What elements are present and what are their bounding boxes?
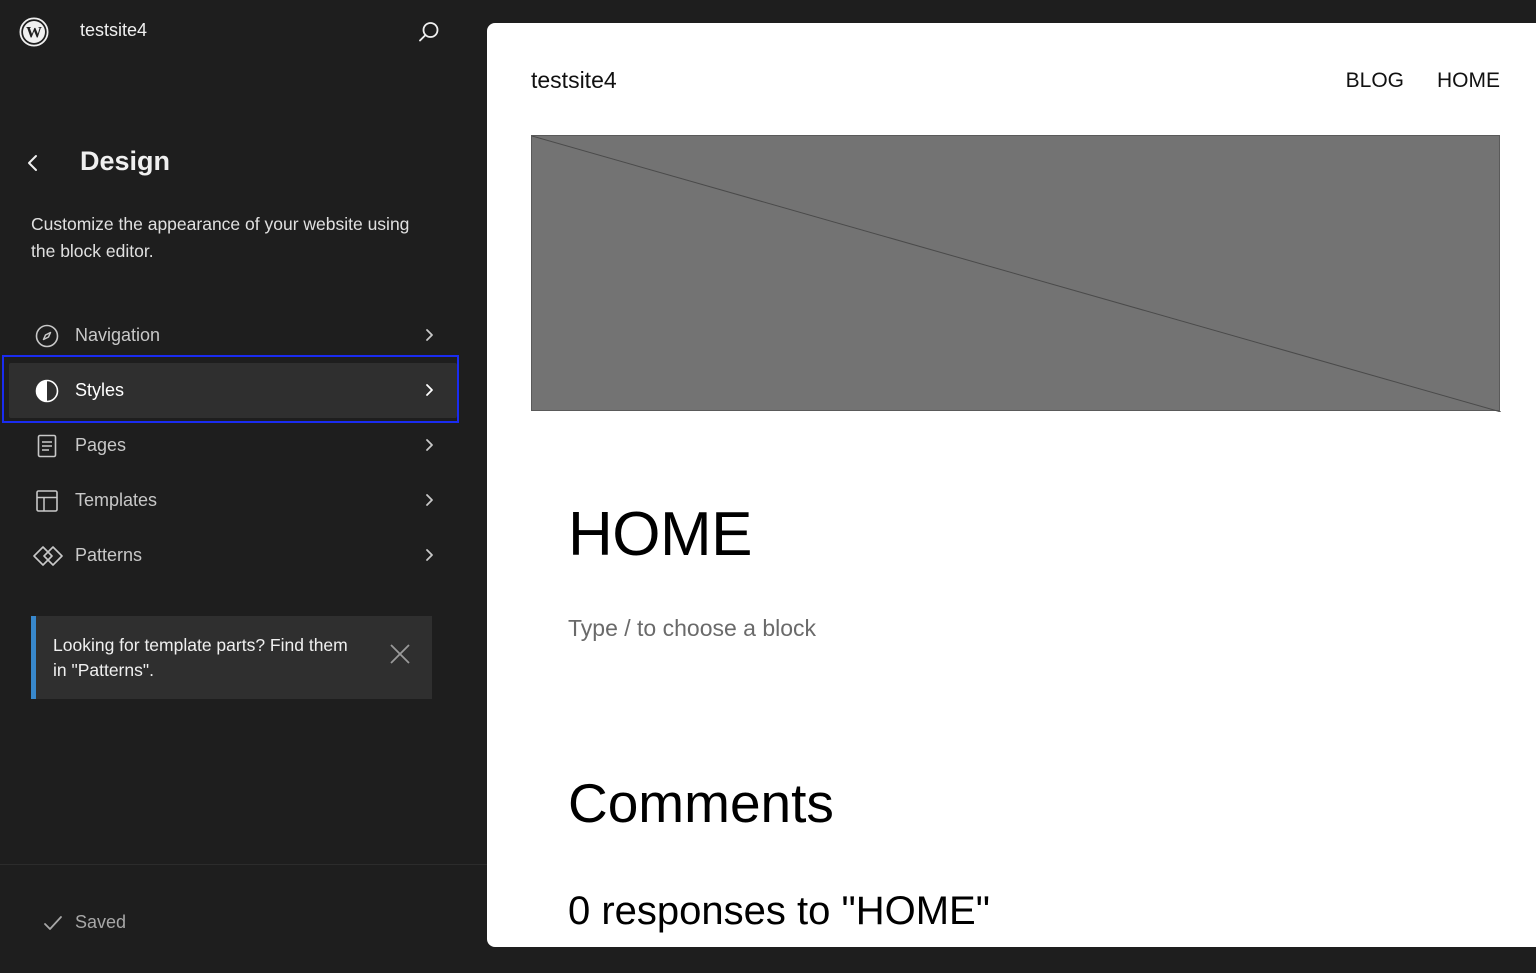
menu-item-styles[interactable]: Styles [9,363,457,418]
menu-item-label: Patterns [75,545,143,565]
responses-count: 0 responses to "HOME" [568,889,990,933]
svg-text:W: W [26,25,42,42]
menu-item-patterns[interactable]: Patterns [9,528,457,583]
menu-item-label: Navigation [75,325,161,345]
nav-link-home[interactable]: HOME [1437,69,1500,93]
sidebar-header: W testsite4 [0,0,487,62]
menu-item-label: Pages [75,435,127,455]
panel-description: Customize the appearance of your website… [31,214,410,261]
search-icon[interactable] [416,19,442,45]
check-icon [42,912,64,934]
menu-item-pages[interactable]: Pages [9,418,457,473]
half-circle-icon [33,377,61,405]
preview-site-title[interactable]: testsite4 [531,67,617,94]
notice-text: Looking for template parts? Find them in… [53,635,348,680]
image-placeholder[interactable] [531,135,1501,412]
placeholder-diagonal [532,136,1501,412]
page-heading[interactable]: HOME [568,499,753,570]
layout-icon [33,487,61,515]
template-parts-notice: Looking for template parts? Find them in… [31,616,432,699]
site-preview[interactable]: testsite4 BLOG HOME HOME Type / to choos… [487,23,1536,947]
comments-heading: Comments [568,772,834,834]
wordpress-logo-icon[interactable]: W [19,17,49,47]
chevron-right-icon [419,435,439,455]
compass-icon [33,322,61,350]
site-name[interactable]: testsite4 [80,20,147,41]
save-status-label: Saved [75,912,127,932]
panel-title: Design [80,146,171,176]
chevron-right-icon [419,490,439,510]
close-icon[interactable] [386,640,414,668]
page-icon [33,432,61,460]
chevron-right-icon [419,380,439,400]
menu-item-navigation[interactable]: Navigation [9,308,457,363]
diamond-icon [33,542,63,570]
site-editor-sidebar: W testsite4 Design Customize the appeara… [0,0,487,973]
nav-link-blog[interactable]: BLOG [1346,69,1404,93]
block-appender-placeholder[interactable]: Type / to choose a block [568,615,816,642]
footer-divider [0,864,487,865]
menu-item-label: Templates [75,490,158,510]
chevron-right-icon [419,325,439,345]
chevron-right-icon [419,545,439,565]
menu-item-templates[interactable]: Templates [9,473,457,528]
back-chevron-icon[interactable] [22,150,46,176]
menu-item-label: Styles [75,380,125,400]
preview-navigation: BLOG HOME [1346,69,1500,93]
